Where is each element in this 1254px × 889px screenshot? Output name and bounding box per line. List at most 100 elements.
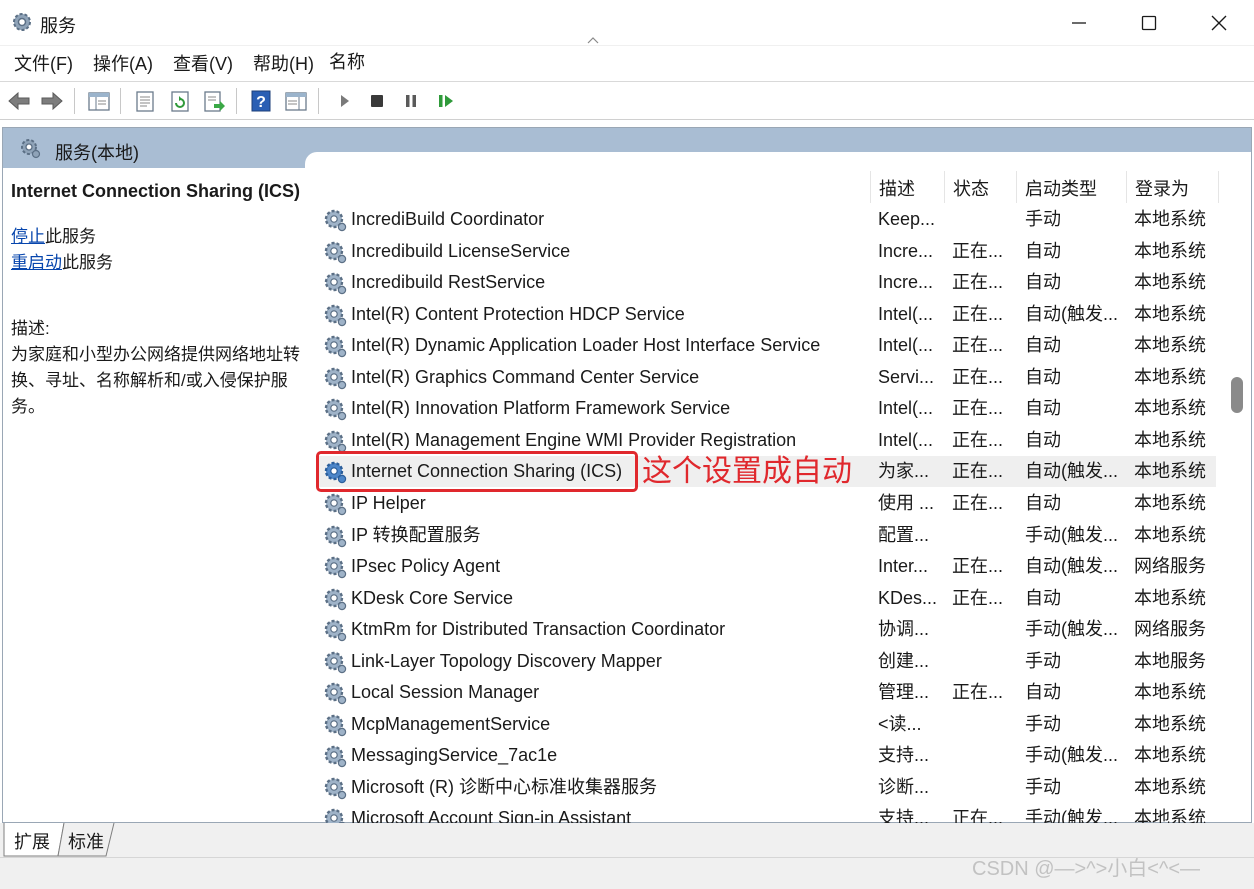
restart-service-link[interactable]: 重启动 (11, 253, 62, 272)
start-service-button[interactable] (330, 87, 358, 115)
restart-service-suffix: 此服务 (62, 253, 113, 272)
service-description: 为家... (878, 461, 930, 481)
service-log-on-as: 本地系统 (1134, 777, 1206, 797)
table-row[interactable]: Link-Layer Topology Discovery Mapper 创建..… (318, 646, 1216, 677)
menu-file[interactable]: 文件(F) (4, 46, 83, 82)
tab-extended[interactable]: 扩展 (14, 828, 50, 854)
maximize-icon (1141, 15, 1157, 31)
service-name: Intel(R) Graphics Command Center Service (351, 367, 700, 387)
service-gear-icon (324, 588, 347, 611)
column-header-name[interactable]: 名称 (329, 44, 365, 80)
stop-service-link[interactable]: 停止 (11, 227, 45, 246)
service-description: Intel(... (878, 398, 934, 418)
title-bar: 服务 (0, 0, 1254, 46)
forward-button[interactable] (38, 87, 66, 115)
menu-bar: 文件(F) 操作(A) 查看(V) 帮助(H) (0, 46, 1254, 82)
minimize-icon (1072, 22, 1086, 24)
column-header-log-on-as[interactable]: 登录为 (1135, 171, 1189, 207)
table-row[interactable]: McpManagementService <读... 手动 本地系统 (318, 709, 1216, 740)
toolbar-separator (120, 88, 121, 114)
service-description: 管理... (878, 682, 930, 702)
service-gear-icon (324, 304, 347, 327)
table-row[interactable]: Incredibuild LicenseService Incre... 正在...… (318, 236, 1216, 267)
table-row[interactable]: IncrediBuild Coordinator Keep... 手动 本地系统 (318, 204, 1216, 235)
service-gear-icon (324, 493, 347, 516)
table-row[interactable]: Intel(R) Graphics Command Center Service… (318, 362, 1216, 393)
table-row[interactable]: MessagingService_7ac1e 支持... 手动(触发... 本地系统 (318, 740, 1216, 771)
properties-button[interactable] (131, 87, 159, 115)
service-status: 正在... (952, 335, 1004, 355)
properties-icon (136, 91, 154, 112)
service-log-on-as: 网络服务 (1134, 556, 1206, 576)
service-description: 诊断... (878, 777, 930, 797)
menu-action[interactable]: 操作(A) (83, 46, 163, 82)
toolbar-separator (236, 88, 237, 114)
restart-service-button[interactable] (432, 87, 460, 115)
show-hide-console-tree-icon (88, 92, 110, 111)
table-row[interactable]: Intel(R) Dynamic Application Loader Host… (318, 330, 1216, 361)
service-description: Incre... (878, 241, 934, 261)
maximize-button[interactable] (1114, 0, 1184, 46)
table-row[interactable]: Incredibuild RestService Incre... 正在... 自动 本… (318, 267, 1216, 298)
service-gear-icon (324, 398, 347, 421)
service-startup-type: 手动(触发... (1025, 619, 1118, 639)
stop-service-button[interactable] (363, 87, 391, 115)
service-name: MessagingService_7ac1e (351, 745, 558, 765)
help-button[interactable]: ? (247, 87, 275, 115)
service-description: <读... (878, 714, 922, 734)
column-divider (1218, 171, 1219, 203)
service-description: 协调... (878, 619, 930, 639)
column-header-startup-type[interactable]: 启动类型 (1025, 171, 1097, 207)
service-log-on-as: 本地系统 (1134, 461, 1206, 481)
refresh-button[interactable] (166, 87, 194, 115)
service-description: Intel(... (878, 335, 934, 355)
menu-help[interactable]: 帮助(H) (243, 46, 324, 82)
pause-service-button[interactable] (397, 87, 425, 115)
column-divider (870, 171, 871, 203)
service-status: 正在... (952, 367, 1004, 387)
service-status: 正在... (952, 430, 1004, 450)
service-log-on-as: 本地系统 (1134, 493, 1206, 513)
stop-service-suffix: 此服务 (45, 227, 96, 246)
table-row[interactable]: IPsec Policy Agent Inter... 正在... 自动(触发... 网… (318, 551, 1216, 582)
service-log-on-as: 本地系统 (1134, 241, 1206, 261)
scrollbar-thumb[interactable] (1231, 377, 1243, 413)
service-name: Intel(R) Innovation Platform Framework S… (351, 398, 731, 418)
table-row[interactable]: Local Session Manager 管理... 正在... 自动 本地系统 (318, 677, 1216, 708)
minimize-button[interactable] (1044, 0, 1114, 46)
service-name: Incredibuild LicenseService (351, 241, 571, 261)
show-hide-tree-button[interactable] (85, 87, 113, 115)
export-list-button[interactable] (200, 87, 228, 115)
sort-ascending-icon (587, 37, 599, 44)
table-row[interactable]: KDesk Core Service KDes... 正在... 自动 本地系统 (318, 583, 1216, 614)
service-gear-icon (324, 682, 347, 705)
column-header-description[interactable]: 描述 (879, 171, 915, 207)
menu-view[interactable]: 查看(V) (163, 46, 243, 82)
service-name: Link-Layer Topology Discovery Mapper (351, 651, 662, 671)
service-gear-icon (324, 556, 347, 579)
service-status: 正在... (952, 461, 1004, 481)
table-row[interactable]: Intel(R) Content Protection HDCP Service… (318, 299, 1216, 330)
service-name: IP Helper (351, 493, 426, 513)
service-name: IPsec Policy Agent (351, 556, 501, 576)
column-header-status[interactable]: 状态 (953, 171, 989, 207)
back-button[interactable] (5, 87, 33, 115)
service-log-on-as: 本地系统 (1134, 588, 1206, 608)
table-row[interactable]: Intel(R) Innovation Platform Framework S… (318, 393, 1216, 424)
table-row[interactable]: Microsoft (R) 诊断中心标准收集器服务 诊断... 手动 本地系统 (318, 772, 1216, 803)
service-log-on-as: 本地系统 (1134, 304, 1206, 324)
close-button[interactable] (1184, 0, 1254, 46)
service-gear-icon (324, 335, 347, 358)
tab-bar: 扩展 标准 (0, 823, 1254, 857)
table-row[interactable]: IP Helper 使用 ... 正在... 自动 本地系统 (318, 488, 1216, 519)
service-startup-type: 手动(触发... (1025, 745, 1118, 765)
toolbar-separator (318, 88, 319, 114)
vertical-scrollbar[interactable] (1228, 186, 1246, 822)
table-row[interactable]: KtmRm for Distributed Transaction Coordi… (318, 614, 1216, 645)
tab-standard[interactable]: 标准 (68, 828, 104, 854)
table-row[interactable]: IP 转换配置服务 配置... 手动(触发... 本地系统 (318, 520, 1216, 551)
show-action-pane-button[interactable] (282, 87, 310, 115)
service-log-on-as: 本地系统 (1134, 745, 1206, 765)
service-log-on-as: 本地系统 (1134, 398, 1206, 418)
annotation-highlight-box (316, 451, 638, 492)
